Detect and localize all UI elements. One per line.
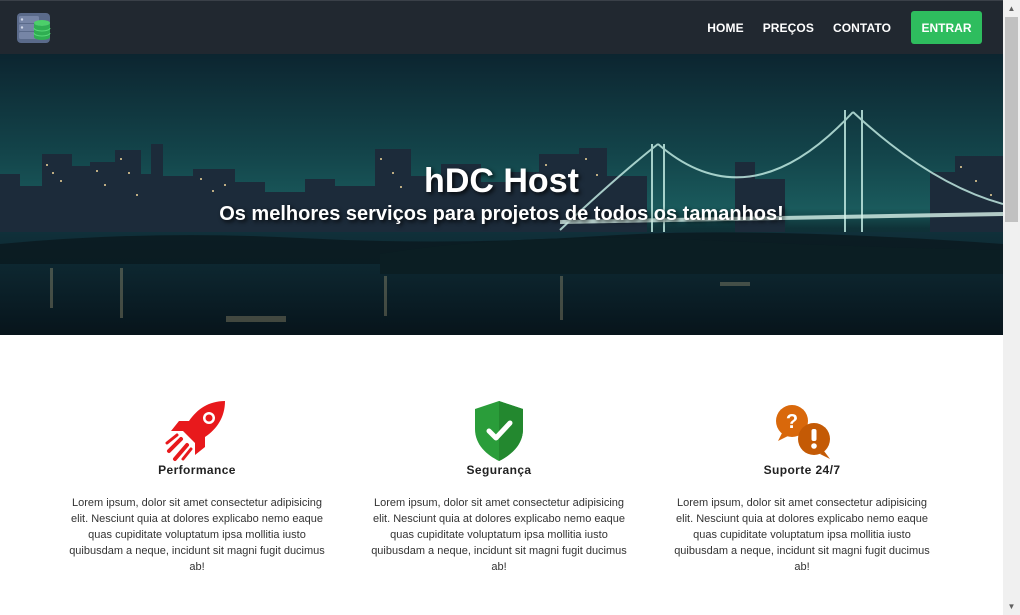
- scroll-up-arrow-icon[interactable]: ▲: [1003, 0, 1020, 17]
- navbar: HOME PREÇOS CONTATO ENTRAR: [0, 0, 1003, 54]
- svg-text:?: ?: [786, 411, 798, 433]
- hero-banner: hDC Host Os melhores serviços para proje…: [0, 54, 1003, 335]
- enter-button[interactable]: ENTRAR: [911, 11, 982, 44]
- shield-check-icon: [467, 399, 531, 463]
- question-exclamation-icon: ?: [770, 399, 834, 463]
- hero-subtitle: Os melhores serviços para projetos de to…: [219, 203, 784, 225]
- feature-title: Suporte 24/7: [763, 463, 841, 477]
- page: HOME PREÇOS CONTATO ENTRAR hDC Host Os m…: [0, 0, 1003, 615]
- feature-title: Segurança: [466, 463, 532, 477]
- nav-link-precos[interactable]: PREÇOS: [763, 21, 814, 35]
- feature-text: Lorem ipsum, dolor sit amet consectetur …: [69, 497, 325, 573]
- scrollbar-thumb[interactable]: [1005, 17, 1018, 222]
- server-database-icon[interactable]: [16, 11, 52, 45]
- rocket-icon: [165, 399, 229, 463]
- nav-link-home[interactable]: HOME: [707, 21, 743, 35]
- vertical-scrollbar[interactable]: ▲ ▼: [1003, 0, 1020, 615]
- nav-links: HOME PREÇOS CONTATO ENTRAR: [707, 11, 982, 44]
- feature-text: Lorem ipsum, dolor sit amet consectetur …: [674, 497, 930, 573]
- features-section: Performance Lorem ipsum, dolor sit amet …: [0, 335, 1003, 615]
- scroll-down-arrow-icon[interactable]: ▼: [1003, 598, 1020, 615]
- nav-link-contato[interactable]: CONTATO: [833, 21, 891, 35]
- hero-title: hDC Host: [424, 162, 579, 200]
- feature-title: Performance: [158, 463, 236, 477]
- feature-text: Lorem ipsum, dolor sit amet consectetur …: [371, 497, 627, 573]
